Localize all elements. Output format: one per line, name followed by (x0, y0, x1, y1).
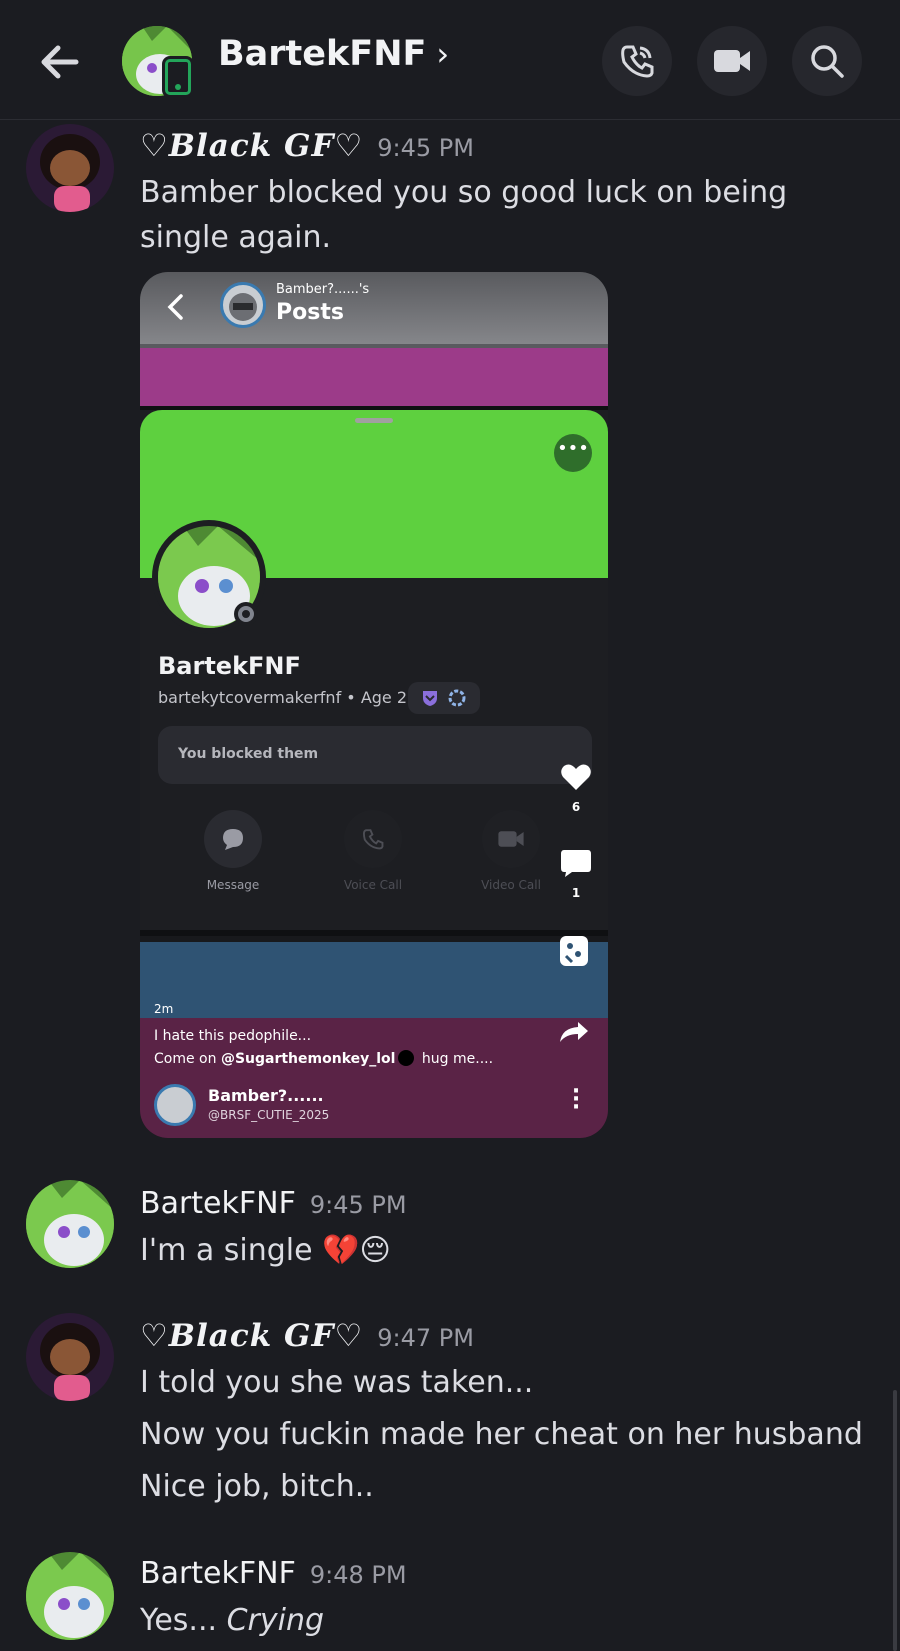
author-name[interactable]: ♡𝑩𝒍𝒂𝒄𝒌 𝑮𝑭♡ (140, 128, 363, 164)
message-action: Message (168, 810, 298, 892)
comment-icon (561, 850, 591, 877)
voice-call-action: Voice Call (308, 810, 438, 892)
drag-handle (355, 418, 393, 423)
message-text: I told you she was taken... (140, 1365, 534, 1400)
more-options-icon: ••• (554, 434, 592, 472)
like-button: 6 (556, 762, 596, 814)
message-text: Now you fuckin made her cheat on her hus… (140, 1417, 863, 1452)
video-call-button[interactable] (697, 26, 767, 96)
post-author-handle: @BRSF_CUTIE_2025 (208, 1108, 330, 1122)
back-arrow-icon (167, 294, 183, 320)
message-text: Bamber blocked you so good luck on being… (140, 175, 788, 255)
offline-status-icon (234, 602, 258, 626)
posts-header: Bamber?......'s Posts (140, 272, 608, 344)
gear-badge-icon (448, 689, 466, 707)
shield-badge-icon (423, 691, 437, 706)
message-text: Nice job, bitch.. (140, 1469, 374, 1504)
message-text: Yes... Crying (140, 1603, 325, 1638)
avatar[interactable] (26, 1180, 114, 1268)
voice-call-button[interactable] (602, 26, 672, 96)
voice-call-icon (621, 45, 654, 78)
author-name[interactable]: ♡𝑩𝒍𝒂𝒄𝒌 𝑮𝑭♡ (140, 1318, 363, 1354)
profile-card: ••• BartekFNF bartekytcovermakerfnf • Ag… (140, 410, 608, 930)
avatar[interactable] (26, 1313, 114, 1401)
post-caption-line: I hate this pedophile... (154, 1028, 312, 1044)
heart-icon (561, 764, 591, 790)
remix-button (558, 934, 594, 972)
search-icon (811, 45, 844, 78)
author-name[interactable]: BartekFNF (140, 1556, 296, 1591)
mention: @Sugarthemonkey_lol (220, 1051, 396, 1067)
avatar[interactable] (26, 124, 114, 212)
timestamp: 9:45 PM (309, 1191, 407, 1219)
profile-handle: bartekytcovermakerfnf • Age 23 (158, 688, 418, 707)
image-attachment[interactable]: Bamber?......'s Posts ••• BartekFNF bart… (140, 272, 608, 1138)
post-caption-line: Come on @Sugarthemonkey_lol hug me.... (154, 1050, 494, 1067)
profile-username: BartekFNF (158, 652, 301, 680)
timestamp: 9:47 PM (377, 1324, 474, 1352)
profile-badges (408, 682, 480, 714)
voice-call-icon (363, 829, 384, 850)
chat-header: BartekFNF › (0, 0, 900, 120)
posts-subtitle: Bamber?......'s (276, 282, 370, 297)
author-name[interactable]: BartekFNF (140, 1186, 296, 1221)
like-count: 6 (571, 800, 581, 814)
timestamp: 9:48 PM (309, 1561, 407, 1589)
black-circle-emoji (398, 1050, 415, 1066)
timestamp: 9:45 PM (377, 134, 474, 162)
blocked-notice: You blocked them (158, 726, 592, 784)
avatar (154, 1084, 196, 1126)
channel-title[interactable]: BartekFNF › (218, 34, 449, 74)
share-arrow-icon (560, 1022, 588, 1042)
post-author: Bamber?...... (208, 1086, 324, 1105)
remix-icon (560, 936, 588, 966)
chevron-right-icon: › (436, 35, 450, 73)
message-bubble-icon (223, 829, 243, 850)
comment-button: 1 (556, 848, 596, 900)
kebab-menu-icon: · · · (571, 1079, 581, 1120)
mobile-status-icon (162, 56, 194, 98)
video-strip (140, 936, 608, 1018)
message-header: BartekFNF 9:48 PM (140, 1556, 407, 1591)
video-call-icon (714, 50, 750, 72)
share-button (558, 1020, 594, 1048)
post-time: 2m (154, 1002, 174, 1016)
comment-count: 1 (571, 886, 581, 900)
posts-title: Posts (276, 300, 344, 325)
video-strip (140, 344, 608, 406)
message-header: ♡𝑩𝒍𝒂𝒄𝒌 𝑮𝑭♡ 9:45 PM (140, 128, 474, 164)
avatar (220, 282, 266, 328)
avatar[interactable] (26, 1552, 114, 1640)
message-header: BartekFNF 9:45 PM (140, 1186, 407, 1221)
message-text: I'm a single 💔😔 (140, 1233, 391, 1268)
back-arrow-icon[interactable] (36, 36, 88, 88)
message-header: ♡𝑩𝒍𝒂𝒄𝒌 𝑮𝑭♡ 9:47 PM (140, 1318, 474, 1354)
scrollbar[interactable] (893, 1390, 897, 1651)
search-button[interactable] (792, 26, 862, 96)
video-call-icon (498, 831, 524, 847)
